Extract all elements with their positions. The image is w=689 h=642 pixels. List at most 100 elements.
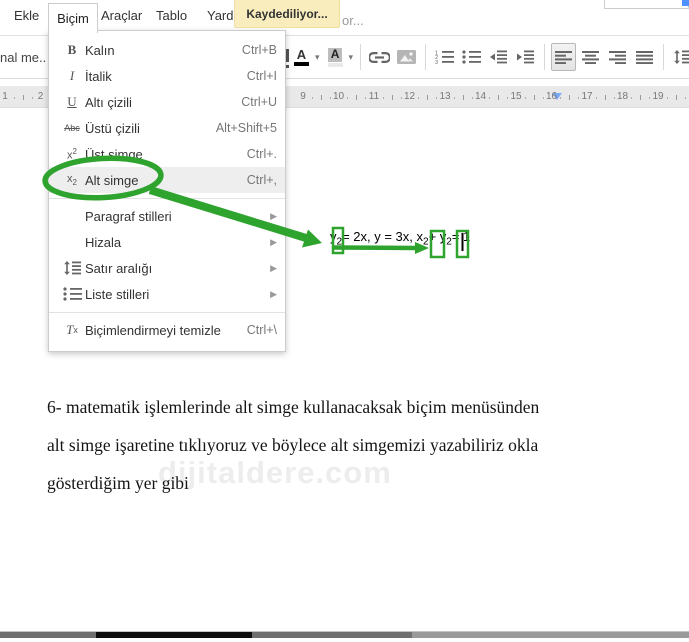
- ruler-tick: [31, 97, 33, 99]
- paragraph-line[interactable]: gösterdiğim yer gibi: [47, 473, 189, 494]
- ruler-tick: [524, 97, 526, 99]
- subscript-icon: x2: [67, 172, 77, 188]
- ruler-tick: [675, 95, 677, 100]
- menu-item-shortcut: Ctrl+\: [246, 323, 277, 337]
- highlight-color-dropdown-icon[interactable]: ▾: [349, 52, 354, 63]
- bottom-bar: [0, 631, 689, 638]
- menu-item-clear-formatting[interactable]: Tx Biçimlendirmeyi temizle Ctrl+\: [49, 317, 285, 343]
- share-button-partial[interactable]: [682, 0, 689, 6]
- ruler-number: 16: [545, 91, 558, 102]
- ruler-tick: [649, 97, 651, 99]
- menu-item-shortcut: Alt+Shift+5: [215, 121, 277, 135]
- line-spacing-icon[interactable]: [670, 43, 689, 71]
- highlight-color-icon[interactable]: A: [323, 43, 348, 71]
- ruler-tick: [578, 97, 580, 99]
- ruler-tick: [427, 95, 429, 100]
- menu-item-subscript[interactable]: x2 Alt simge Ctrl+,: [49, 167, 285, 193]
- ruler-number: 15: [510, 91, 522, 102]
- ruler-number: 19: [652, 91, 664, 102]
- document-equation-line[interactable]: y2= 2x, y = 3x, x2+ y2= 1: [330, 229, 470, 248]
- ruler-tick: [640, 95, 642, 100]
- decrease-indent-icon[interactable]: [486, 43, 511, 71]
- paragraph-line[interactable]: alt simge işaretine tıklıyoruz ve böylec…: [47, 435, 538, 456]
- menu-item-label: Üstü çizili: [85, 120, 140, 136]
- menu-item-strikethrough[interactable]: Abc Üstü çizili Alt+Shift+5: [49, 115, 285, 141]
- ruler-tick: [631, 97, 633, 99]
- ruler-number: 1: [2, 91, 8, 102]
- menu-item-label: Kalın: [85, 42, 115, 58]
- submenu-arrow-icon: ▶: [270, 210, 277, 221]
- menu-separator: [49, 198, 285, 199]
- align-left-icon[interactable]: [551, 43, 577, 71]
- menu-item-label: Liste stilleri: [85, 286, 150, 302]
- ruler-tick: [684, 97, 686, 99]
- menu-item-label: Satır aralığı: [85, 260, 153, 276]
- menu-item-shortcut: Ctrl+B: [241, 43, 277, 57]
- ruler-number: 2: [37, 91, 44, 102]
- menu-yardim[interactable]: Yard: [207, 8, 234, 23]
- menu-item-label: Alt simge: [85, 172, 139, 188]
- equation-text: + y: [428, 229, 447, 244]
- ruler-number: 17: [581, 91, 593, 102]
- ruler-tick: [453, 97, 455, 99]
- equation-text: = 1: [451, 229, 471, 244]
- ruler-tick: [382, 97, 384, 99]
- menu-item-list-styles[interactable]: Liste stilleri ▶: [49, 281, 285, 307]
- insert-image-icon[interactable]: [394, 43, 419, 71]
- increase-indent-icon[interactable]: [513, 43, 538, 71]
- justify-icon[interactable]: [632, 43, 657, 71]
- menu-item-superscript[interactable]: x2 Üst simge Ctrl+.: [49, 141, 285, 167]
- text-color-icon[interactable]: A: [289, 43, 314, 71]
- ruler-tick: [560, 97, 562, 99]
- menu-item-align[interactable]: Hizala ▶: [49, 229, 285, 255]
- menu-item-shortcut: Ctrl+U: [241, 95, 277, 109]
- ruler-tick: [320, 95, 322, 100]
- toolbar-icons: A ▾ A ▾ 1 2 3: [288, 36, 689, 78]
- paragraph-line[interactable]: 6- matematik işlemlerinde alt simge kull…: [47, 397, 539, 418]
- menu-tablo[interactable]: Tablo: [156, 8, 187, 23]
- menu-item-label: Biçimlendirmeyi temizle: [85, 322, 221, 338]
- saving-status-overflow: or...: [342, 13, 364, 28]
- submenu-arrow-icon: ▶: [270, 236, 277, 247]
- bulleted-list-icon[interactable]: [459, 43, 484, 71]
- ruler-tick: [311, 97, 313, 99]
- menu-araclar[interactable]: Araçlar: [101, 8, 142, 23]
- ruler-tick: [347, 97, 349, 99]
- numbered-list-icon[interactable]: 123: [432, 43, 457, 71]
- menu-item-paragraph-styles[interactable]: Paragraf stilleri ▶: [49, 203, 285, 229]
- ruler-tick: [22, 95, 24, 100]
- menu-item-italic[interactable]: I İtalik Ctrl+I: [49, 63, 285, 89]
- ruler-tick: [329, 97, 331, 99]
- paragraph-style-selector[interactable]: nal me...: [0, 50, 46, 65]
- menu-ekle[interactable]: Ekle: [14, 8, 39, 23]
- ruler-number: 13: [439, 91, 451, 102]
- equation-text: = 2x, y = 3x, x: [342, 229, 423, 244]
- ruler-tick: [604, 95, 606, 100]
- toolbar-separator: [360, 44, 362, 70]
- ruler-tick: [613, 97, 615, 99]
- menu-item-label: Üst simge: [85, 146, 143, 162]
- menu-item-underline[interactable]: U Altı çizili Ctrl+U: [49, 89, 285, 115]
- ruler-tick: [542, 97, 544, 99]
- menu-item-shortcut: Ctrl+.: [246, 147, 277, 161]
- submenu-arrow-icon: ▶: [270, 262, 277, 273]
- ruler-tick: [436, 97, 438, 99]
- align-right-icon[interactable]: [605, 43, 630, 71]
- insert-link-icon[interactable]: [367, 43, 392, 71]
- menu-bicim[interactable]: Biçim: [48, 3, 98, 33]
- ruler-tick: [666, 97, 668, 99]
- menu-item-line-spacing[interactable]: Satır aralığı ▶: [49, 255, 285, 281]
- clear-formatting-icon: Tx: [66, 322, 78, 337]
- ruler-tick: [391, 95, 393, 100]
- italic-icon: I: [69, 68, 75, 83]
- align-center-icon[interactable]: [578, 43, 603, 71]
- menu-item-label: İtalik: [85, 68, 112, 84]
- bold-icon: B: [67, 42, 77, 57]
- comments-button-partial[interactable]: [604, 0, 689, 9]
- text-color-dropdown-icon[interactable]: ▾: [315, 52, 320, 63]
- menu-item-label: Hizala: [85, 234, 122, 250]
- menu-separator: [49, 312, 285, 313]
- ruler-tick: [569, 95, 571, 100]
- menu-item-bold[interactable]: B Kalın Ctrl+B: [49, 37, 285, 63]
- partial-icon-fragment: [286, 49, 289, 68]
